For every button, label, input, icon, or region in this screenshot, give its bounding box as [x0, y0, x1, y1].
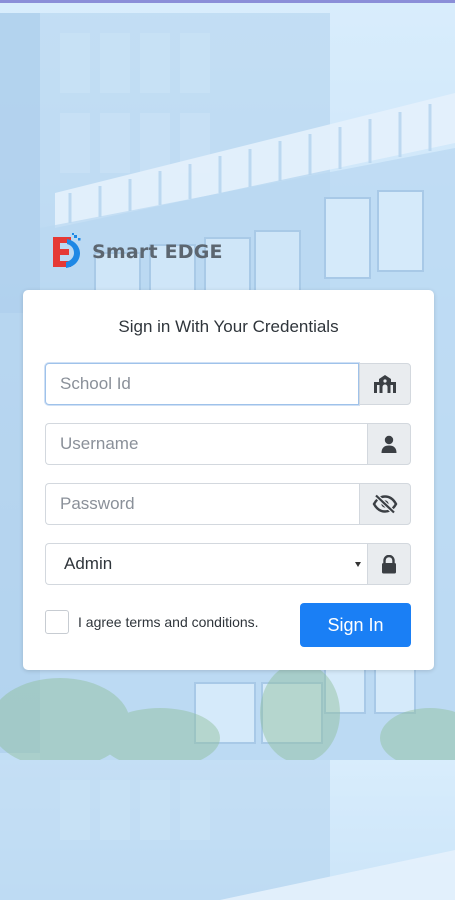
background-building-image-repeat — [0, 760, 455, 900]
username-field-group — [45, 423, 411, 465]
brand-logo: Smart EDGE — [47, 233, 223, 271]
eye-slash-icon[interactable] — [372, 494, 398, 514]
role-select[interactable]: Admin — [45, 543, 367, 585]
role-field-group: Admin — [45, 543, 411, 585]
smart-edge-logo-icon — [47, 233, 83, 271]
toggle-password-visibility-button[interactable] — [359, 483, 411, 525]
card-title: Sign in With Your Credentials — [118, 317, 339, 336]
username-input[interactable] — [45, 423, 367, 465]
password-field-group — [45, 483, 411, 525]
chevron-down-icon — [355, 561, 361, 567]
user-icon — [381, 435, 397, 453]
role-select-value: Admin — [64, 554, 113, 573]
lock-icon — [381, 554, 397, 574]
password-input[interactable] — [45, 483, 359, 525]
brand-name: Smart EDGE — [92, 241, 223, 263]
school-id-addon — [359, 363, 411, 405]
school-id-input[interactable] — [45, 363, 359, 405]
school-building-icon — [373, 374, 397, 394]
agree-terms-label[interactable]: I agree terms and conditions. — [78, 614, 259, 630]
agree-terms-row: I agree terms and conditions. — [45, 610, 259, 634]
agree-terms-checkbox[interactable] — [45, 610, 69, 634]
sign-in-button[interactable]: Sign In — [300, 603, 411, 647]
login-card: Sign in With Your Credentials School Id … — [23, 290, 434, 670]
username-addon — [367, 423, 411, 465]
role-addon — [367, 543, 411, 585]
school-id-field-group — [45, 363, 411, 405]
